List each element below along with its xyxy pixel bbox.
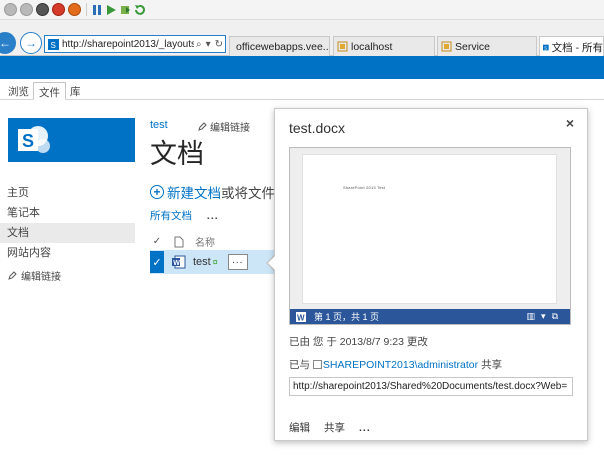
drag-files-hint: 或将文件 [221, 186, 275, 201]
refresh-icon[interactable]: ↻ [215, 39, 223, 50]
reading-view-icon[interactable]: ▥▾ [527, 311, 552, 321]
popout-icon[interactable]: ⧉ [552, 311, 564, 321]
tab-label: Service [455, 40, 491, 53]
row-callout-button[interactable]: ... [227, 254, 248, 270]
vm-play-icon[interactable] [106, 4, 117, 16]
nav-edit-links[interactable]: 编辑链接 [8, 268, 61, 283]
column-name-header[interactable]: 名称 [195, 234, 215, 249]
address-text: http://sharepoint2013/_layouts [62, 38, 194, 50]
top-edit-links[interactable]: 编辑链接 [198, 119, 250, 134]
vm-reset-icon[interactable] [4, 3, 17, 16]
nav-item-site-contents[interactable]: 网站内容 [0, 243, 135, 263]
svg-text:W: W [297, 313, 305, 322]
vm-power-icon[interactable] [68, 3, 81, 16]
svg-text:W: W [173, 260, 180, 267]
address-bar[interactable]: S http://sharepoint2013/_layouts ⌕ ▾ ↻ [44, 35, 226, 53]
new-document-button[interactable]: + 新建文档 或将文件 [150, 182, 275, 202]
sharepoint-logo-icon: S [18, 126, 50, 153]
edit-button[interactable]: 编辑 [289, 420, 310, 435]
nav-item-documents[interactable]: 文档 [0, 223, 135, 243]
preview-status-bar: W 第 1 页，共 1 页 ▥▾⧉ [290, 309, 570, 324]
tab-localhost[interactable]: localhost [333, 36, 435, 56]
page-title: 文档 [150, 139, 204, 170]
tab-label: officewebapps.vee... [236, 40, 330, 53]
more-actions-button[interactable]: ... [359, 422, 371, 434]
tab-officewebapps[interactable]: officewebapps.vee... [229, 36, 330, 56]
pencil-icon [8, 271, 17, 280]
vm-snapshot-icon[interactable] [120, 4, 131, 16]
word-icon: W [296, 311, 306, 322]
row-selected-checkmark-icon[interactable]: ✓ [150, 251, 164, 273]
tab-documents[interactable]: S 文档 - 所有 [539, 36, 604, 57]
view-selector: 所有文档 ... [150, 208, 219, 223]
shared-suffix: 共享 [481, 359, 503, 371]
word-doc-icon: W [172, 255, 186, 269]
shared-info: 已与 SHAREPOINT2013\administrator 共享 [289, 357, 502, 372]
document-preview[interactable]: SharePoint 2013 Test W 第 1 页，共 1 页 ▥▾⧉ [289, 147, 571, 325]
shared-user-link[interactable]: SHAREPOINT2013\administrator [323, 359, 478, 371]
suite-bar [0, 56, 604, 79]
plus-icon: + [150, 185, 164, 199]
share-button[interactable]: 共享 [324, 420, 345, 435]
new-item-badge-icon: ¤ [212, 257, 218, 267]
ribbon-tab-library[interactable]: 库 [65, 82, 86, 100]
vm-revert-icon[interactable] [134, 4, 145, 16]
tab-label: localhost [351, 40, 393, 53]
preview-tools: ▥▾⧉ [527, 311, 564, 322]
doc-type-header-icon [174, 236, 184, 247]
back-button[interactable]: ← [0, 32, 16, 54]
ribbon-tab-browse[interactable]: 浏览 [3, 82, 34, 100]
breadcrumb-site[interactable]: test [150, 119, 168, 131]
top-edit-links-label: 编辑链接 [210, 123, 250, 134]
forward-button[interactable]: → [20, 32, 42, 54]
callout-title: test.docx [289, 120, 346, 136]
preview-page: SharePoint 2013 Test [302, 154, 557, 304]
vm-ctrl-alt-del-icon[interactable] [20, 3, 33, 16]
view-all-documents[interactable]: 所有文档 [150, 210, 192, 222]
row-file-name[interactable]: test [193, 256, 211, 268]
svg-text:S: S [544, 45, 547, 50]
user-presence-icon [312, 360, 322, 369]
browser-chrome: ← → S http://sharepoint2013/_layouts ⌕ ▾… [0, 20, 604, 57]
ribbon: 浏览 文件 库 [0, 79, 604, 100]
vm-separator [86, 3, 87, 16]
svg-text:S: S [22, 131, 34, 151]
view-more-button[interactable]: ... [207, 210, 219, 222]
pencil-icon [198, 122, 207, 131]
preview-page-text: SharePoint 2013 Test [343, 185, 386, 190]
document-callout: test.docx × SharePoint 2013 Test W 第 1 页… [274, 108, 588, 441]
modified-info: 已由 您 于 2013/8/7 9:23 更改 [289, 336, 428, 348]
sharepoint-favicon-icon: S [48, 38, 59, 50]
svg-text:S: S [51, 41, 56, 50]
vm-shutdown-icon[interactable] [52, 3, 65, 16]
ribbon-tab-files[interactable]: 文件 [33, 82, 66, 100]
new-document-label: 新建文档 [167, 186, 221, 201]
quick-launch: 主页 笔记本 文档 网站内容 [0, 183, 135, 263]
site-logo[interactable]: S [8, 118, 135, 162]
document-url-field[interactable]: http://sharepoint2013/Shared%20Documents… [289, 377, 573, 396]
search-icon[interactable]: ⌕ [196, 39, 202, 50]
close-icon[interactable]: × [566, 115, 574, 131]
page-icon [337, 41, 348, 52]
preview-page-count: 第 1 页，共 1 页 [314, 312, 380, 322]
shared-prefix: 已与 [289, 359, 310, 371]
select-all-checkmark-icon[interactable]: ✓ [150, 236, 164, 247]
tab-service[interactable]: Service [437, 36, 537, 56]
vm-toolbar [0, 0, 604, 20]
vm-stop-icon[interactable] [36, 3, 49, 16]
nav-item-notebook[interactable]: 笔记本 [0, 203, 135, 223]
callout-pointer-fill [268, 255, 276, 271]
dropdown-icon[interactable]: ▾ [206, 39, 211, 50]
nav-item-home[interactable]: 主页 [0, 183, 135, 203]
callout-actions: 编辑 共享 ... [289, 420, 371, 435]
page-icon [441, 41, 452, 52]
sharepoint-favicon-icon: S [543, 44, 549, 50]
vm-pause-icon[interactable] [92, 4, 103, 16]
nav-edit-links-label: 编辑链接 [21, 272, 61, 283]
tab-label: 文档 - 所有 [551, 41, 603, 54]
list-header: ✓ 名称 [150, 234, 215, 249]
table-row[interactable]: ✓ W test ¤ ... [150, 250, 274, 274]
